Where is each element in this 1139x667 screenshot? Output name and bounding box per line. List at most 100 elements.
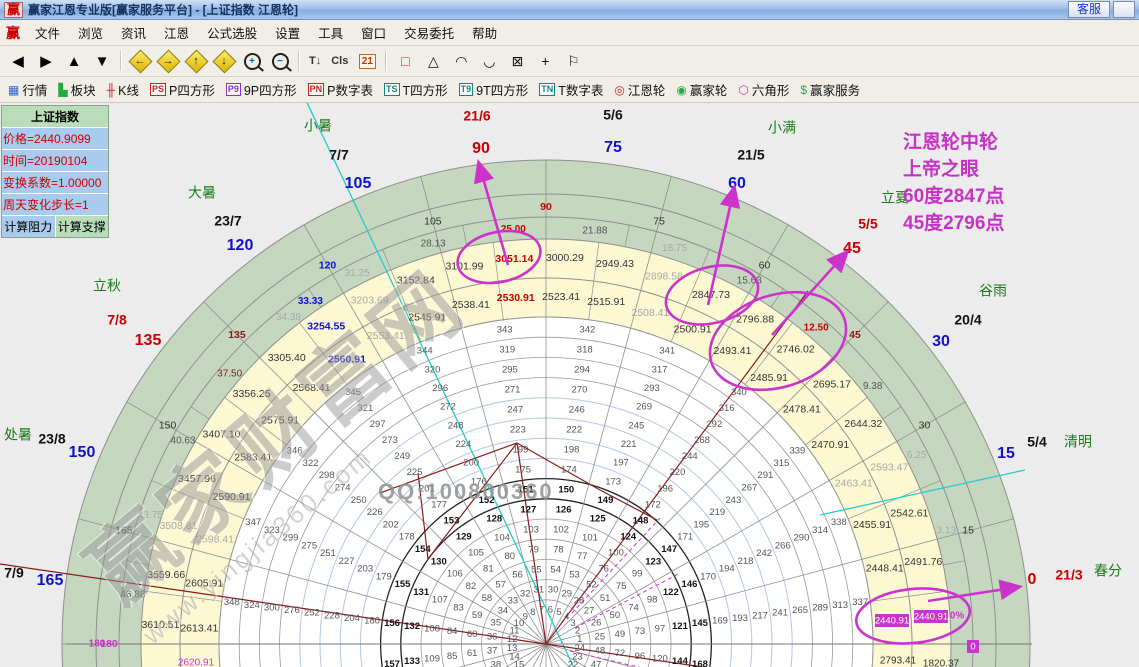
wheel-spiral-number: 247 [507, 404, 523, 415]
wheel-loose-label: 1820.37 [923, 659, 960, 667]
wheel-price-inner-label: 2530.91 [497, 292, 535, 304]
hexagon-icon: ⬡ [738, 82, 749, 97]
box-x-tool-button[interactable]: ⊠ [504, 48, 530, 74]
zoom-out-button[interactable]: − [267, 48, 293, 74]
wheel-spiral-number: 109 [424, 654, 440, 665]
p-number-table-button[interactable]: PN P数字表 [306, 79, 375, 100]
wheel-spiral-number: 227 [339, 556, 355, 567]
zoom-in-button[interactable]: + [239, 48, 265, 74]
sectors-button[interactable]: ▙ 板块 [56, 79, 97, 100]
wheel-spiral-number: 300 [264, 602, 280, 613]
menu-item-浏览[interactable]: 浏览 [69, 20, 112, 45]
wheel-spiral-number: 217 [752, 610, 768, 621]
move-tool-button[interactable]: + [532, 48, 558, 74]
arc-ccw-tool-button[interactable]: ◡ [476, 48, 502, 74]
wheel-spiral-number: 316 [719, 403, 735, 414]
quotes-button[interactable]: ▦ 行情 [6, 79, 49, 100]
t-number-table-button[interactable]: TN T数字表 [537, 79, 605, 100]
wheel-spiral-number: 241 [772, 608, 788, 619]
winner-wheel-button[interactable]: ◉ 赢家轮 [674, 79, 729, 100]
wheel-spiral-number: 8 [530, 607, 535, 618]
date-label: 7/8 [107, 312, 127, 328]
gann-wheel-button[interactable]: ◎ 江恩轮 [612, 79, 667, 100]
wheel-percent-label: 34.38 [276, 312, 301, 323]
wheel-percent-label: 21.88 [582, 226, 607, 237]
pan-up-button[interactable]: ↑ [183, 48, 209, 74]
wheel-spiral-number: 56 [512, 570, 523, 581]
rect-tool-button[interactable]: □ [392, 48, 418, 74]
wheel-degree-label: 90 [540, 201, 552, 213]
winner-service-button[interactable]: $ 赢家服务 [798, 79, 862, 100]
solar-term-label: 小暑 [304, 118, 332, 134]
degree-outer-label: 135 [135, 332, 162, 349]
flag-tool-button[interactable]: ⚐ [560, 48, 586, 74]
wheel-spiral-number: 126 [556, 505, 572, 516]
degree-outer-label: 105 [345, 175, 372, 192]
wheel-degree-label: 75 [653, 216, 665, 228]
pan-down-button[interactable]: ↓ [211, 48, 237, 74]
pan-left-button[interactable]: ← [127, 48, 153, 74]
menu-item-文件[interactable]: 文件 [26, 20, 69, 45]
pointer-up-button[interactable]: ▲ [61, 48, 87, 74]
menu-item-窗口[interactable]: 窗口 [352, 20, 395, 45]
customer-service-button[interactable]: 客服 [1067, 1, 1110, 18]
pointer-down-button[interactable]: ▼ [89, 48, 115, 74]
cls-button[interactable]: Cls [327, 48, 352, 74]
9p-square-button[interactable]: P9 9P四方形 [224, 79, 299, 100]
forward-button[interactable]: ▶ [33, 48, 59, 74]
back-button[interactable]: ◀ [5, 48, 31, 74]
wheel-price-outer-label: 2644.32 [844, 418, 882, 430]
9t-square-button[interactable]: T9 9T四方形 [457, 79, 531, 100]
p-square-button[interactable]: PS P四方形 [148, 79, 217, 100]
wheel-spiral-number: 339 [789, 446, 805, 457]
menu-item-帮助[interactable]: 帮助 [463, 20, 506, 45]
kline-button[interactable]: ╫ K线 [105, 79, 141, 100]
wheel-spiral-number: 298 [319, 470, 335, 481]
app-logo-icon: 赢 [4, 1, 24, 18]
wheel-spiral-number: 96 [635, 651, 646, 662]
partial-button[interactable] [1113, 1, 1135, 18]
wheel-price-outer-label: 3051.14 [495, 253, 533, 265]
triangle-tool-button[interactable]: △ [420, 48, 446, 74]
calc-resistance-button[interactable]: 计算阻力 [2, 216, 56, 237]
wheel-spiral-number: 223 [510, 424, 526, 435]
wheel-spiral-number: 271 [505, 384, 521, 395]
menu-item-设置[interactable]: 设置 [266, 20, 309, 45]
wheel-spiral-number: 322 [303, 458, 319, 469]
arc-cw-tool-button[interactable]: ◠ [448, 48, 474, 74]
solar-term-label: 春分 [1094, 563, 1122, 579]
menu-item-交易委托[interactable]: 交易委托 [395, 20, 463, 45]
wheel-price-outer-label: 3305.40 [268, 352, 306, 364]
winner-wheel-label: 赢家轮 [689, 84, 728, 98]
degree-outer-label: 150 [69, 444, 96, 461]
pan-right-button[interactable]: → [155, 48, 181, 74]
wheel-spiral-number: 37 [487, 646, 498, 657]
toolbar-separator [385, 51, 388, 71]
updown-marker-button[interactable]: T↓ [305, 48, 325, 74]
menu-item-江恩[interactable]: 江恩 [155, 20, 198, 45]
wheel-spiral-number: 30 [548, 585, 559, 596]
date-label: 21/3 [1055, 567, 1082, 583]
wheel-spiral-number: 172 [645, 499, 661, 510]
calendar-button[interactable]: 21 [354, 48, 380, 74]
wheel-price-outer-label: 3254.55 [307, 320, 345, 332]
wheel-spiral-number: 78 [553, 545, 564, 556]
wheel-spiral-number: 168 [692, 659, 708, 667]
wheel-degree-label: 60 [759, 259, 771, 271]
toolbar-modules: ▦ 行情 ▙ 板块 ╫ K线 PS P四方形 P9 9P四方形 PN P数字表 TS T四方形 T9 9T四方… [0, 77, 1139, 103]
wheel-price-inner-label: 2583.41 [234, 451, 272, 463]
menu-item-工具[interactable]: 工具 [309, 20, 352, 45]
wheel-degree-label: 15 [962, 525, 974, 537]
hexagon-button[interactable]: ⬡ 六角形 [736, 79, 791, 100]
wheel-spiral-number: 299 [283, 533, 299, 544]
t-square-button[interactable]: TS T四方形 [382, 79, 450, 100]
winner-wheel-icon: ◉ [676, 82, 687, 97]
wheel-spiral-number: 15 [514, 659, 525, 667]
wheel-spiral-number: 273 [382, 435, 398, 446]
wheel-spiral-number: 73 [635, 626, 646, 637]
calc-support-button[interactable]: 计算支撑 [55, 216, 108, 237]
9t-square-label: 9T四方形 [476, 84, 529, 98]
menu-item-资讯[interactable]: 资讯 [112, 20, 155, 45]
menu-item-公式选股[interactable]: 公式选股 [198, 20, 266, 45]
wheel-spiral-number: 290 [794, 533, 810, 544]
